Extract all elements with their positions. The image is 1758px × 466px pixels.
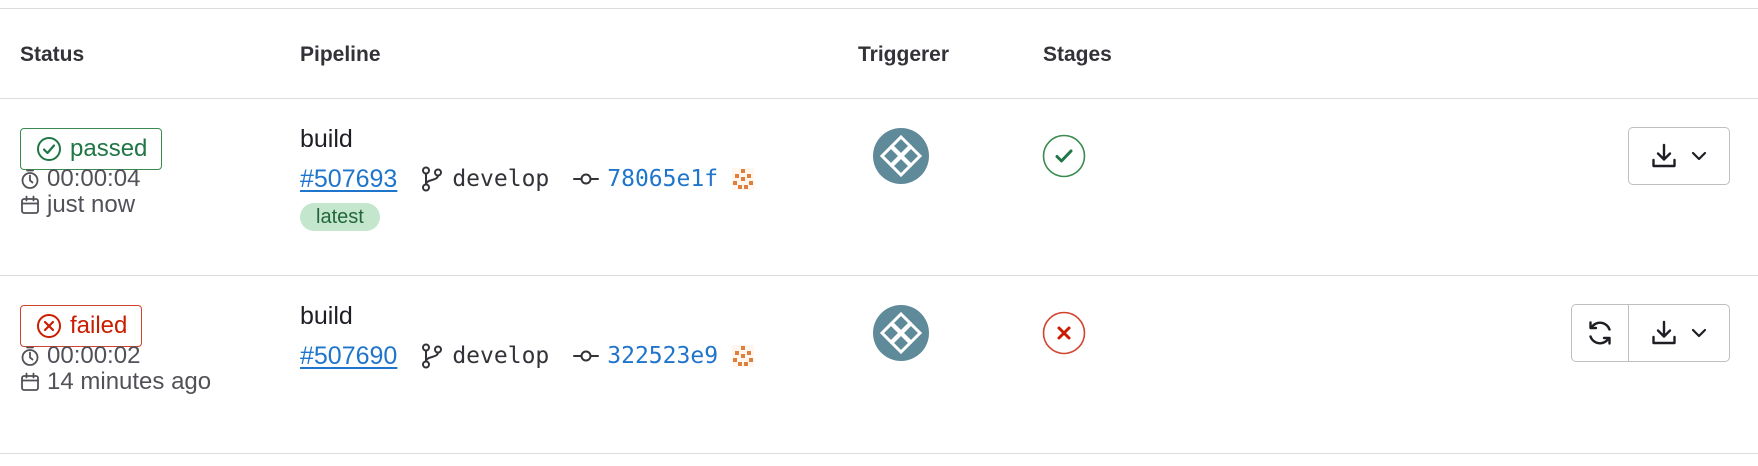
pipeline-meta: #507690 develop 322523e9: [300, 340, 756, 372]
row-actions: [1571, 304, 1730, 362]
pipeline-name: build: [300, 302, 353, 330]
branch-name[interactable]: develop: [452, 343, 549, 369]
finished-at: just now: [20, 191, 135, 219]
stage-failed-icon[interactable]: [1042, 311, 1086, 355]
column-header-status: Status: [20, 43, 85, 66]
status-failed-icon: [37, 314, 61, 338]
download-artifacts-button[interactable]: [1627, 304, 1730, 362]
pipeline-name: build: [300, 125, 353, 153]
pipeline-meta: #507693 develop 78065e1f: [300, 163, 756, 195]
stage-success-icon[interactable]: [1042, 134, 1086, 178]
status-badge[interactable]: failed: [20, 305, 143, 347]
calendar-icon: [21, 372, 39, 391]
download-artifacts-button[interactable]: [1628, 127, 1730, 185]
table-row: failed 00:00:02 14 minutes ago build #50…: [0, 276, 1758, 454]
timer-icon: [21, 346, 39, 366]
commit-icon: [573, 350, 600, 362]
triggerer-avatar[interactable]: [872, 127, 930, 185]
chevron-down-icon: [1691, 328, 1706, 338]
duration-value: 00:00:04: [47, 165, 141, 192]
duration: 00:00:04: [20, 165, 140, 193]
retry-icon: [1589, 321, 1611, 345]
pipeline-id-link[interactable]: #507693: [300, 165, 397, 194]
latest-badge: latest: [300, 203, 380, 231]
finished-value: 14 minutes ago: [47, 368, 212, 395]
commit-icon: [573, 173, 600, 185]
download-icon: [1652, 143, 1676, 168]
finished-at: 14 minutes ago: [20, 368, 211, 396]
status-badge[interactable]: passed: [20, 128, 163, 170]
column-header-stages: Stages: [1043, 43, 1112, 66]
branch-icon: [422, 343, 443, 369]
branch-name[interactable]: develop: [452, 166, 549, 192]
table-row: passed 00:00:04 just now build #507693 d…: [0, 99, 1758, 276]
pipeline-id-link[interactable]: #507690: [300, 342, 397, 371]
commit-author-avatar-icon[interactable]: [730, 343, 756, 369]
duration: 00:00:02: [20, 342, 140, 370]
status-label: failed: [70, 312, 128, 339]
table-header: Status Pipeline Triggerer Stages: [0, 9, 1758, 99]
commit-sha[interactable]: 78065e1f: [607, 166, 718, 192]
status-success-icon: [37, 137, 61, 161]
duration-value: 00:00:02: [47, 342, 141, 369]
branch-icon: [422, 166, 443, 192]
timer-icon: [21, 169, 39, 189]
row-actions: [1628, 127, 1730, 185]
retry-pipeline-button[interactable]: [1571, 304, 1629, 362]
download-icon: [1651, 320, 1676, 345]
calendar-icon: [21, 195, 39, 214]
chevron-down-icon: [1691, 151, 1707, 161]
finished-value: just now: [47, 191, 136, 218]
triggerer-avatar[interactable]: [872, 304, 930, 362]
commit-sha[interactable]: 322523e9: [607, 343, 718, 369]
column-header-pipeline: Pipeline: [300, 43, 381, 66]
commit-author-avatar-icon[interactable]: [730, 166, 756, 192]
status-label: passed: [70, 135, 148, 162]
column-header-triggerer: Triggerer: [858, 43, 950, 66]
pipelines-table: Status Pipeline Triggerer Stages passed …: [0, 0, 1758, 466]
